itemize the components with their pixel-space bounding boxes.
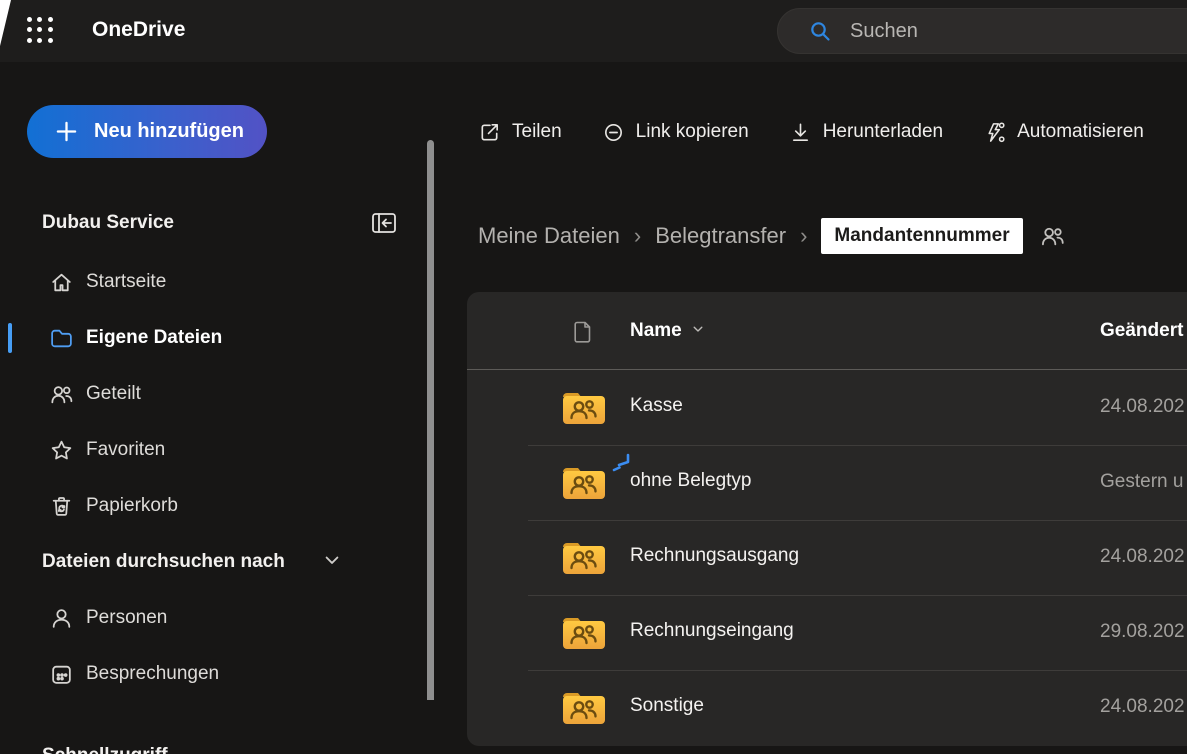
chevron-down-icon	[322, 550, 342, 575]
download-button[interactable]: Herunterladen	[789, 121, 943, 144]
chevron-down-icon	[691, 320, 705, 342]
command-toolbar: Teilen Link kopieren Herunterladen A	[478, 110, 1144, 154]
search-input[interactable]	[850, 20, 1150, 43]
app-title: OneDrive	[92, 18, 185, 42]
plus-icon	[55, 120, 78, 143]
breadcrumb-separator-icon: ›	[634, 223, 641, 249]
sidebar-item-label: Startseite	[86, 271, 166, 293]
file-name: Kasse	[630, 395, 683, 417]
file-list-header: Name Geändert	[467, 292, 1187, 370]
sidebar-item-label: Eigene Dateien	[86, 327, 222, 349]
sidebar-scrollbar[interactable]	[427, 140, 434, 700]
shared-folder-icon	[560, 387, 608, 427]
sidebar-item-label: Papierkorb	[86, 495, 178, 517]
file-name: Rechnungseingang	[630, 620, 794, 642]
browse-files-by-label: Dateien durchsuchen nach	[42, 551, 285, 573]
browse-files-by-section[interactable]: Dateien durchsuchen nach	[0, 534, 436, 590]
link-icon	[602, 121, 625, 144]
copy-link-label: Link kopieren	[636, 121, 749, 143]
download-label: Herunterladen	[823, 121, 943, 143]
sidebar-item-personen[interactable]: Personen	[0, 590, 436, 646]
breadcrumb-current-folder[interactable]: Mandantennummer	[821, 218, 1022, 254]
file-modified-date: Gestern u	[1100, 471, 1183, 493]
selected-indicator	[8, 323, 12, 353]
sidebar-item-label: Besprechungen	[86, 663, 219, 685]
file-modified-date: 29.08.202	[1100, 621, 1185, 643]
sidebar-item-besprechungen[interactable]: Besprechungen	[0, 646, 436, 702]
search-box[interactable]	[777, 8, 1187, 54]
meetings-icon	[48, 661, 74, 687]
people-icon	[48, 381, 74, 407]
main-content: Teilen Link kopieren Herunterladen A	[436, 62, 1187, 754]
file-modified-date: 24.08.202	[1100, 396, 1185, 418]
automate-label: Automatisieren	[1017, 121, 1144, 143]
shared-folder-icon	[560, 612, 608, 652]
file-list-panel: Name Geändert Kasse 24.08.202 ohne Bele	[467, 292, 1187, 746]
share-label: Teilen	[512, 121, 562, 143]
sidebar-item-geteilt[interactable]: Geteilt	[0, 366, 436, 422]
shared-folder-icon	[560, 687, 608, 727]
breadcrumb-item-meine-dateien[interactable]: Meine Dateien	[478, 223, 620, 249]
window-edge-artifact	[0, 0, 11, 46]
breadcrumb-separator-icon: ›	[800, 223, 807, 249]
sidebar-nav: Startseite Eigene Dateien Ge	[0, 254, 436, 702]
sidebar-item-label: Favoriten	[86, 439, 165, 461]
folder-icon	[48, 325, 74, 351]
download-icon	[789, 121, 812, 144]
person-icon	[48, 605, 74, 631]
shared-folder-icon	[560, 462, 608, 502]
home-icon	[48, 269, 74, 295]
share-button[interactable]: Teilen	[478, 121, 562, 144]
file-name: Sonstige	[630, 695, 704, 717]
file-row-sonstige[interactable]: Sonstige 24.08.202	[467, 670, 1187, 745]
file-row-kasse[interactable]: Kasse 24.08.202	[467, 370, 1187, 445]
onedrive-app-window: OneDrive Neu hinzufügen Dubau Service	[0, 0, 1187, 754]
sidebar-item-papierkorb[interactable]: Papierkorb	[0, 478, 436, 534]
shared-folder-icon	[560, 537, 608, 577]
recycle-bin-icon	[48, 493, 74, 519]
share-icon	[478, 121, 501, 144]
collapse-sidebar-icon[interactable]	[370, 210, 398, 236]
sidebar-item-favoriten[interactable]: Favoriten	[0, 422, 436, 478]
sidebar-item-startseite[interactable]: Startseite	[0, 254, 436, 310]
top-app-bar: OneDrive	[0, 0, 1187, 62]
column-name-label: Name	[630, 320, 682, 342]
sidebar-item-label: Geteilt	[86, 383, 141, 405]
sidebar-item-eigene-dateien[interactable]: Eigene Dateien	[0, 310, 436, 366]
breadcrumb-item-belegtransfer[interactable]: Belegtransfer	[655, 223, 786, 249]
automate-icon	[983, 121, 1006, 144]
file-modified-date: 24.08.202	[1100, 546, 1185, 568]
file-type-column-icon[interactable]	[572, 320, 594, 349]
file-name: Rechnungsausgang	[630, 545, 799, 567]
copy-link-button[interactable]: Link kopieren	[602, 121, 749, 144]
sidebar-item-label: Personen	[86, 607, 167, 629]
file-row-rechnungsausgang[interactable]: Rechnungsausgang 24.08.202	[467, 520, 1187, 595]
app-launcher-waffle-icon[interactable]	[27, 17, 54, 44]
shared-people-icon	[1039, 223, 1066, 250]
column-header-name[interactable]: Name	[630, 320, 705, 342]
file-row-rechnungseingang[interactable]: Rechnungseingang 29.08.202	[467, 595, 1187, 670]
star-icon	[48, 437, 74, 463]
sidebar: Neu hinzufügen Dubau Service Startseite	[0, 62, 436, 754]
search-icon	[808, 19, 832, 43]
automate-button[interactable]: Automatisieren	[983, 121, 1144, 144]
file-modified-date: 24.08.202	[1100, 696, 1185, 718]
file-row-ohne-belegtyp[interactable]: ohne Belegtyp Gestern u	[467, 445, 1187, 520]
add-new-button[interactable]: Neu hinzufügen	[27, 105, 267, 158]
library-name: Dubau Service	[42, 212, 174, 234]
column-header-modified[interactable]: Geändert	[1100, 320, 1183, 342]
breadcrumb: Meine Dateien › Belegtransfer › Mandante…	[478, 214, 1066, 258]
file-name: ohne Belegtyp	[630, 470, 752, 492]
quick-access-label: Schnellzugriff	[42, 745, 168, 754]
add-new-label: Neu hinzufügen	[94, 120, 244, 143]
